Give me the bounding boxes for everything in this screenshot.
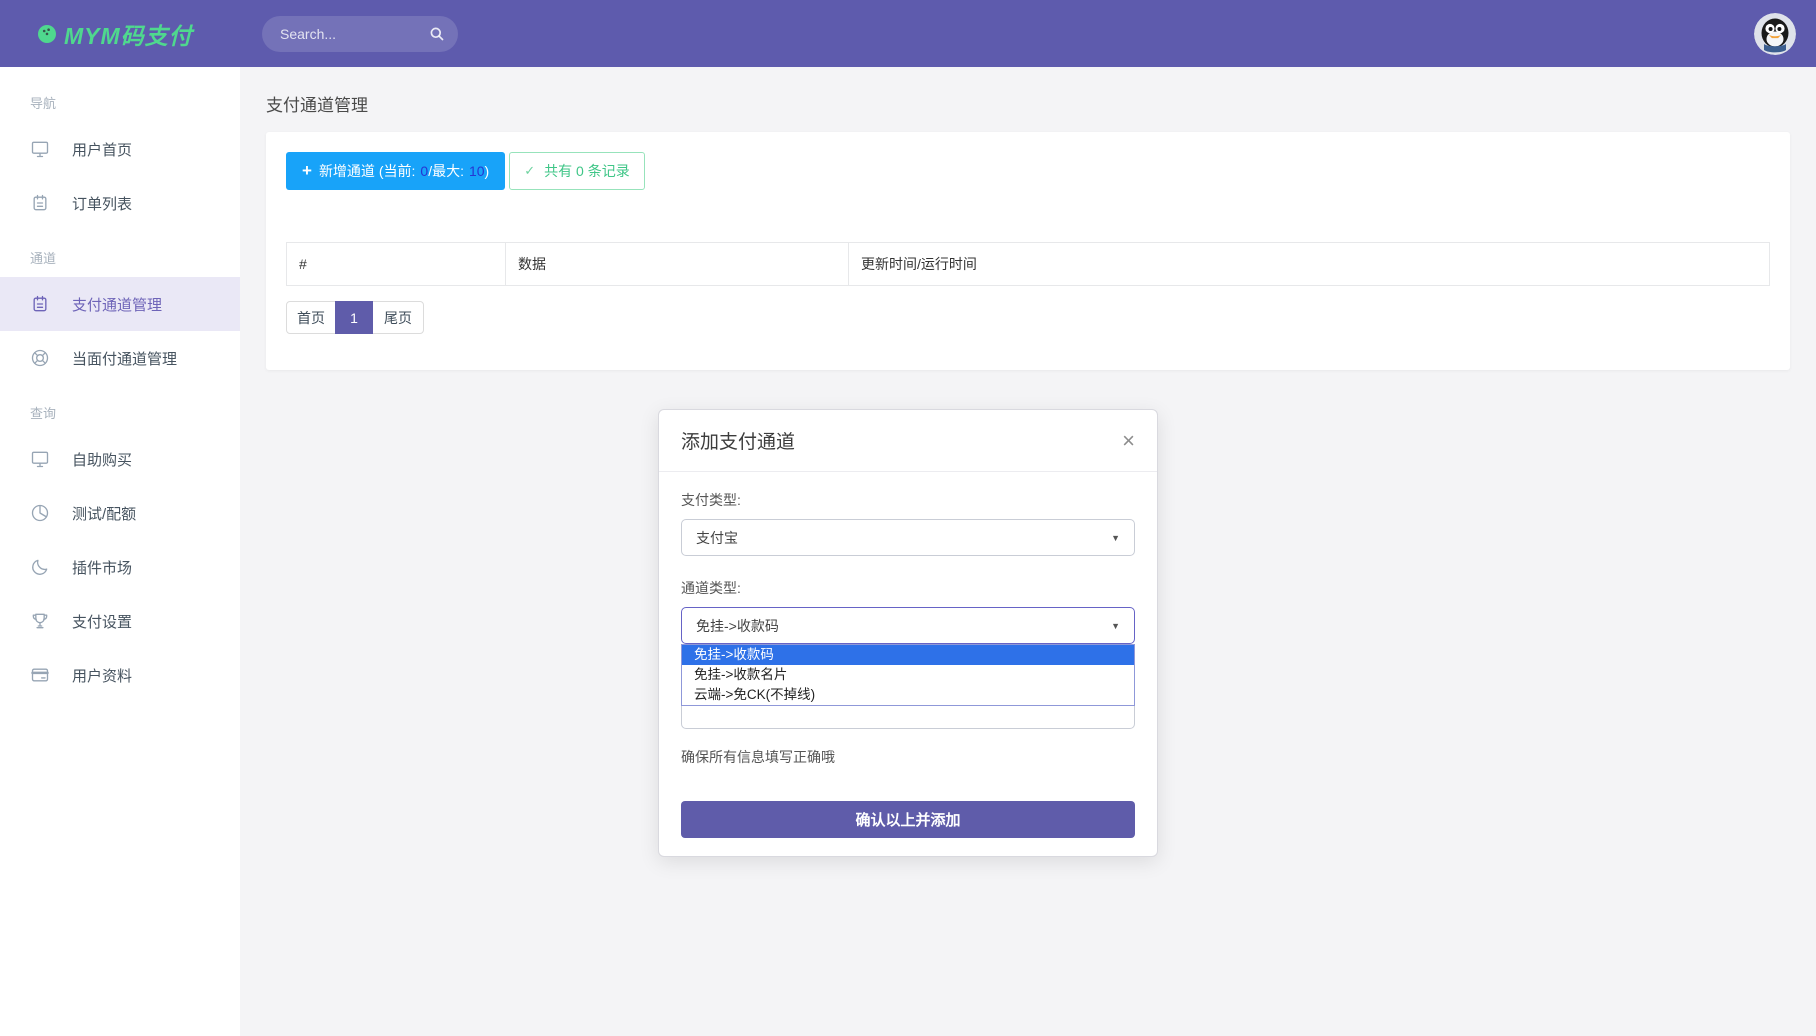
check-icon: ✓ [524,163,535,179]
modal-hint-text: 确保所有信息填写正确哦 [681,747,1135,767]
add-channel-text-after: ) [485,163,490,179]
app-logo-text: MYM码支付 [64,17,193,51]
add-channel-button[interactable]: + 新增通道 (当前: 0 /最大: 10 ) [286,152,505,190]
sidebar-item-self-buy[interactable]: 自助购买 [0,432,240,486]
sidebar-item-label: 当面付通道管理 [72,348,177,369]
sidebar-item-payment-channel[interactable]: 支付通道管理 [0,277,240,331]
records-count-button[interactable]: ✓ 共有 0 条记录 [509,152,644,190]
sidebar-item-label: 测试/配额 [72,503,136,524]
sidebar-item-label: 订单列表 [72,193,132,214]
sidebar-section-query: 查询 [0,385,240,432]
brand[interactable]: MYM码支付 [0,17,240,51]
sidebar-item-user-home[interactable]: 用户首页 [0,122,240,176]
sidebar-section-nav: 导航 [0,75,240,122]
dropdown-option[interactable]: 云端->免CK(不掉线) [682,685,1134,705]
pagination-current-page[interactable]: 1 [335,301,373,334]
modal-body: 支付类型: 支付宝 ▼ 通道类型: 免挂->收款码 ▼ 免挂->收款码 免 [659,472,1157,838]
credit-card-icon [30,665,50,685]
max-count: 10 [469,163,485,179]
add-channel-modal: 添加支付通道 × 支付类型: 支付宝 ▼ 通道类型: 免挂->收款码 ▼ [658,409,1158,857]
sidebar-section-channel: 通道 [0,230,240,277]
sidebar-item-label: 支付通道管理 [72,294,162,315]
page-body: 导航 用户首页 订单列表 通道 [0,67,1816,1036]
pay-type-select[interactable]: 支付宝 ▼ [681,519,1135,556]
clipboard-icon [30,193,50,213]
search-bar [262,16,458,52]
current-count: 0 [420,163,428,179]
sidebar-item-label: 插件市场 [72,557,132,578]
sidebar-item-f2f-channel[interactable]: 当面付通道管理 [0,331,240,385]
column-header-time: 更新时间/运行时间 [849,243,1770,286]
qq-penguin-icon [1754,13,1796,55]
app-root: MYM码支付 [0,0,1816,1036]
sidebar-item-order-list[interactable]: 订单列表 [0,176,240,230]
card-toolbar: + 新增通道 (当前: 0 /最大: 10 ) ✓ 共有 0 条记录 [286,152,1770,190]
monitor-icon [30,449,50,469]
pie-chart-icon [30,503,50,523]
modal-header: 添加支付通道 × [659,410,1157,472]
sidebar: 导航 用户首页 订单列表 通道 [0,67,240,1036]
bowling-ball-icon [38,25,56,43]
dropdown-option-selected[interactable]: 免挂->收款码 [682,645,1134,665]
life-ring-icon [30,348,50,368]
column-header-data: 数据 [506,243,849,286]
sidebar-item-label: 用户首页 [72,139,132,160]
channels-table: # 数据 更新时间/运行时间 [286,242,1770,286]
add-channel-text: 新增通道 (当前: [319,161,415,181]
trophy-icon [30,611,50,631]
sidebar-item-user-profile[interactable]: 用户资料 [0,648,240,702]
confirm-add-button[interactable]: 确认以上并添加 [681,801,1135,838]
search-input[interactable] [280,26,428,42]
channel-type-value: 免挂->收款码 [696,616,779,636]
sidebar-item-payment-settings[interactable]: 支付设置 [0,594,240,648]
sidebar-item-plugin-market[interactable]: 插件市场 [0,540,240,594]
channel-card: + 新增通道 (当前: 0 /最大: 10 ) ✓ 共有 0 条记录 [266,132,1790,370]
table-header-row: # 数据 更新时间/运行时间 [287,243,1770,286]
main-content: 支付通道管理 + 新增通道 (当前: 0 /最大: 10 ) ✓ 共有 0 条记… [240,67,1816,1036]
pagination-last-button[interactable]: 尾页 [372,301,424,334]
column-header-index: # [287,243,506,286]
monitor-icon [30,139,50,159]
add-channel-text-mid: /最大: [428,161,464,181]
chevron-down-icon: ▼ [1111,621,1120,631]
records-count-label: 共有 0 条记录 [544,161,630,181]
search-icon[interactable] [428,25,445,42]
top-header: MYM码支付 [0,0,1816,67]
sidebar-item-test-quota[interactable]: 测试/配额 [0,486,240,540]
user-avatar[interactable] [1754,13,1796,55]
chevron-down-icon: ▼ [1111,533,1120,543]
sidebar-item-label: 支付设置 [72,611,132,632]
channel-type-dropdown: 免挂->收款码 免挂->收款名片 云端->免CK(不掉线) [681,644,1135,706]
channel-type-select[interactable]: 免挂->收款码 ▼ [681,607,1135,644]
pay-type-label: 支付类型: [681,490,1135,510]
pagination-first-button[interactable]: 首页 [286,301,336,334]
pay-type-value: 支付宝 [696,528,738,548]
sidebar-item-label: 用户资料 [72,665,132,686]
page-title: 支付通道管理 [266,94,1790,118]
moon-icon [30,557,50,577]
pagination: 首页 1 尾页 [286,301,424,334]
close-icon[interactable]: × [1122,430,1135,452]
channel-type-label: 通道类型: [681,578,1135,598]
channel-type-combo: 免挂->收款码 ▼ 免挂->收款码 免挂->收款名片 云端->免CK(不掉线) [681,607,1135,729]
sidebar-item-label: 自助购买 [72,449,132,470]
modal-title: 添加支付通道 [681,427,795,454]
plus-icon: + [302,161,312,181]
dropdown-option[interactable]: 免挂->收款名片 [682,665,1134,685]
clipboard-icon [30,294,50,314]
